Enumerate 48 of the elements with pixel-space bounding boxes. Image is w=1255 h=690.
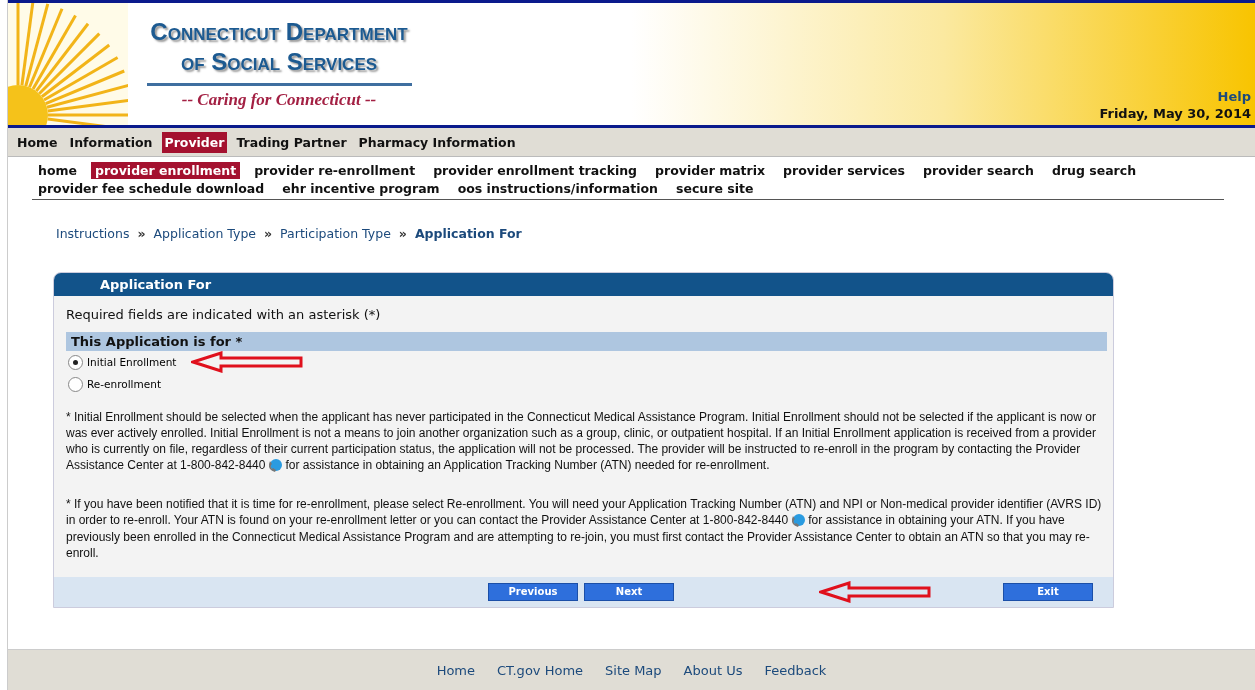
nav-tab[interactable]: Provider [161,131,228,153]
subnav-link[interactable]: home [34,162,81,179]
subnav-link[interactable]: provider re-enrollment [250,162,420,179]
footer-link[interactable]: CT.gov Home [497,662,584,678]
nav-tab[interactable]: Information [66,131,156,153]
radio-button[interactable] [68,376,83,392]
radio-button[interactable] [68,354,83,370]
subnav-link[interactable]: provider enrollment [91,162,241,179]
panel-title: Application For [54,273,1113,296]
breadcrumb-link[interactable]: Application Type [153,226,257,241]
date-text: Friday, May 30, 2014 [1099,106,1251,121]
subnav-link[interactable]: provider enrollment tracking [429,162,642,179]
breadcrumb-separator: » [398,226,407,241]
radio-label: Initial Enrollment [87,356,177,368]
previous-button[interactable]: Previous [488,582,578,601]
tagline: -- Caring for Connecticut -- [181,90,377,110]
help-link[interactable]: Help [1217,89,1251,104]
subnav-link[interactable]: drug search [1047,162,1141,179]
phone-icon [267,457,284,474]
phone-icon [790,512,807,529]
instruction-text: * If you have been notified that it is time for re-enrollment, please select Re-enrollment. You will need your Application Tracking Number (ATN) and NPI or Non-medical provider identifier (AVRS ID) in order to re-enroll. Your ATN is found on your re-enrollment letter or you can contact the Provider Assistance Center at 1-800-842-8440 for assistance in obtaining your ATN. If you have previously been enrolled in the Connecticut Medical Assistance Program and are attempting to re-join, you must first contact the Provider Assistance Center to obtain an ATN so that you may re-enroll. [66,495,1103,561]
nav-tab[interactable]: Home [14,131,61,153]
department-title: Connecticut Department [150,17,408,47]
section-title: This Application is for * [66,332,1107,351]
required-note: Required fields are indicated with an asterisk (*) [65,306,382,324]
subnav-link[interactable]: provider matrix [651,162,770,179]
subnav-link[interactable]: provider services [779,162,910,179]
nav-tab[interactable]: Trading Partner [233,131,350,153]
nav-tab[interactable]: Pharmacy Information [355,131,519,153]
subnav-link[interactable]: provider search [919,162,1038,179]
radio-label: Re-enrollment [87,378,161,390]
footer-link[interactable]: Home [436,662,475,678]
subnav-link[interactable]: secure site [672,180,758,197]
subnav-link[interactable]: oos instructions/information [453,180,662,197]
breadcrumb-separator: » [264,226,273,241]
subnav-link[interactable]: ehr incentive program [278,180,444,197]
footer-link[interactable]: About Us [683,662,743,678]
subnav-link[interactable]: provider fee schedule download [34,180,269,197]
breadcrumb-link[interactable]: Application For [414,226,522,241]
footer-link[interactable]: Site Map [605,662,662,678]
breadcrumb-link[interactable]: Instructions [56,226,130,241]
breadcrumb-separator: » [137,226,146,241]
instruction-text: * Initial Enrollment should be selected when the applicant has never participated in the Connecticut Medical Assistance Program. Initial Enrollment should not be selected if the applicant is now or was ever actively enrolled. Initial Enrollment is not a means to join another organization such as a group, clinic, or outpatient hospital. If an Initial Enrollment application is received from a provider who is currently on file, regardless of their current participation status, the application will not be processed. The provider will be instructed to re-enroll in the program by contacting the Provider Assistance Center at 1-800-842-8440 for assistance in obtaining an Application Tracking Number (ATN) needed for re-enrollment. [66,409,1097,474]
footer-link[interactable]: Feedback [764,662,827,678]
next-button[interactable]: Next [584,582,674,601]
breadcrumb-link[interactable]: Participation Type [280,226,391,241]
exit-button[interactable]: Exit [1003,582,1093,601]
department-title: of Social Services [180,47,378,77]
